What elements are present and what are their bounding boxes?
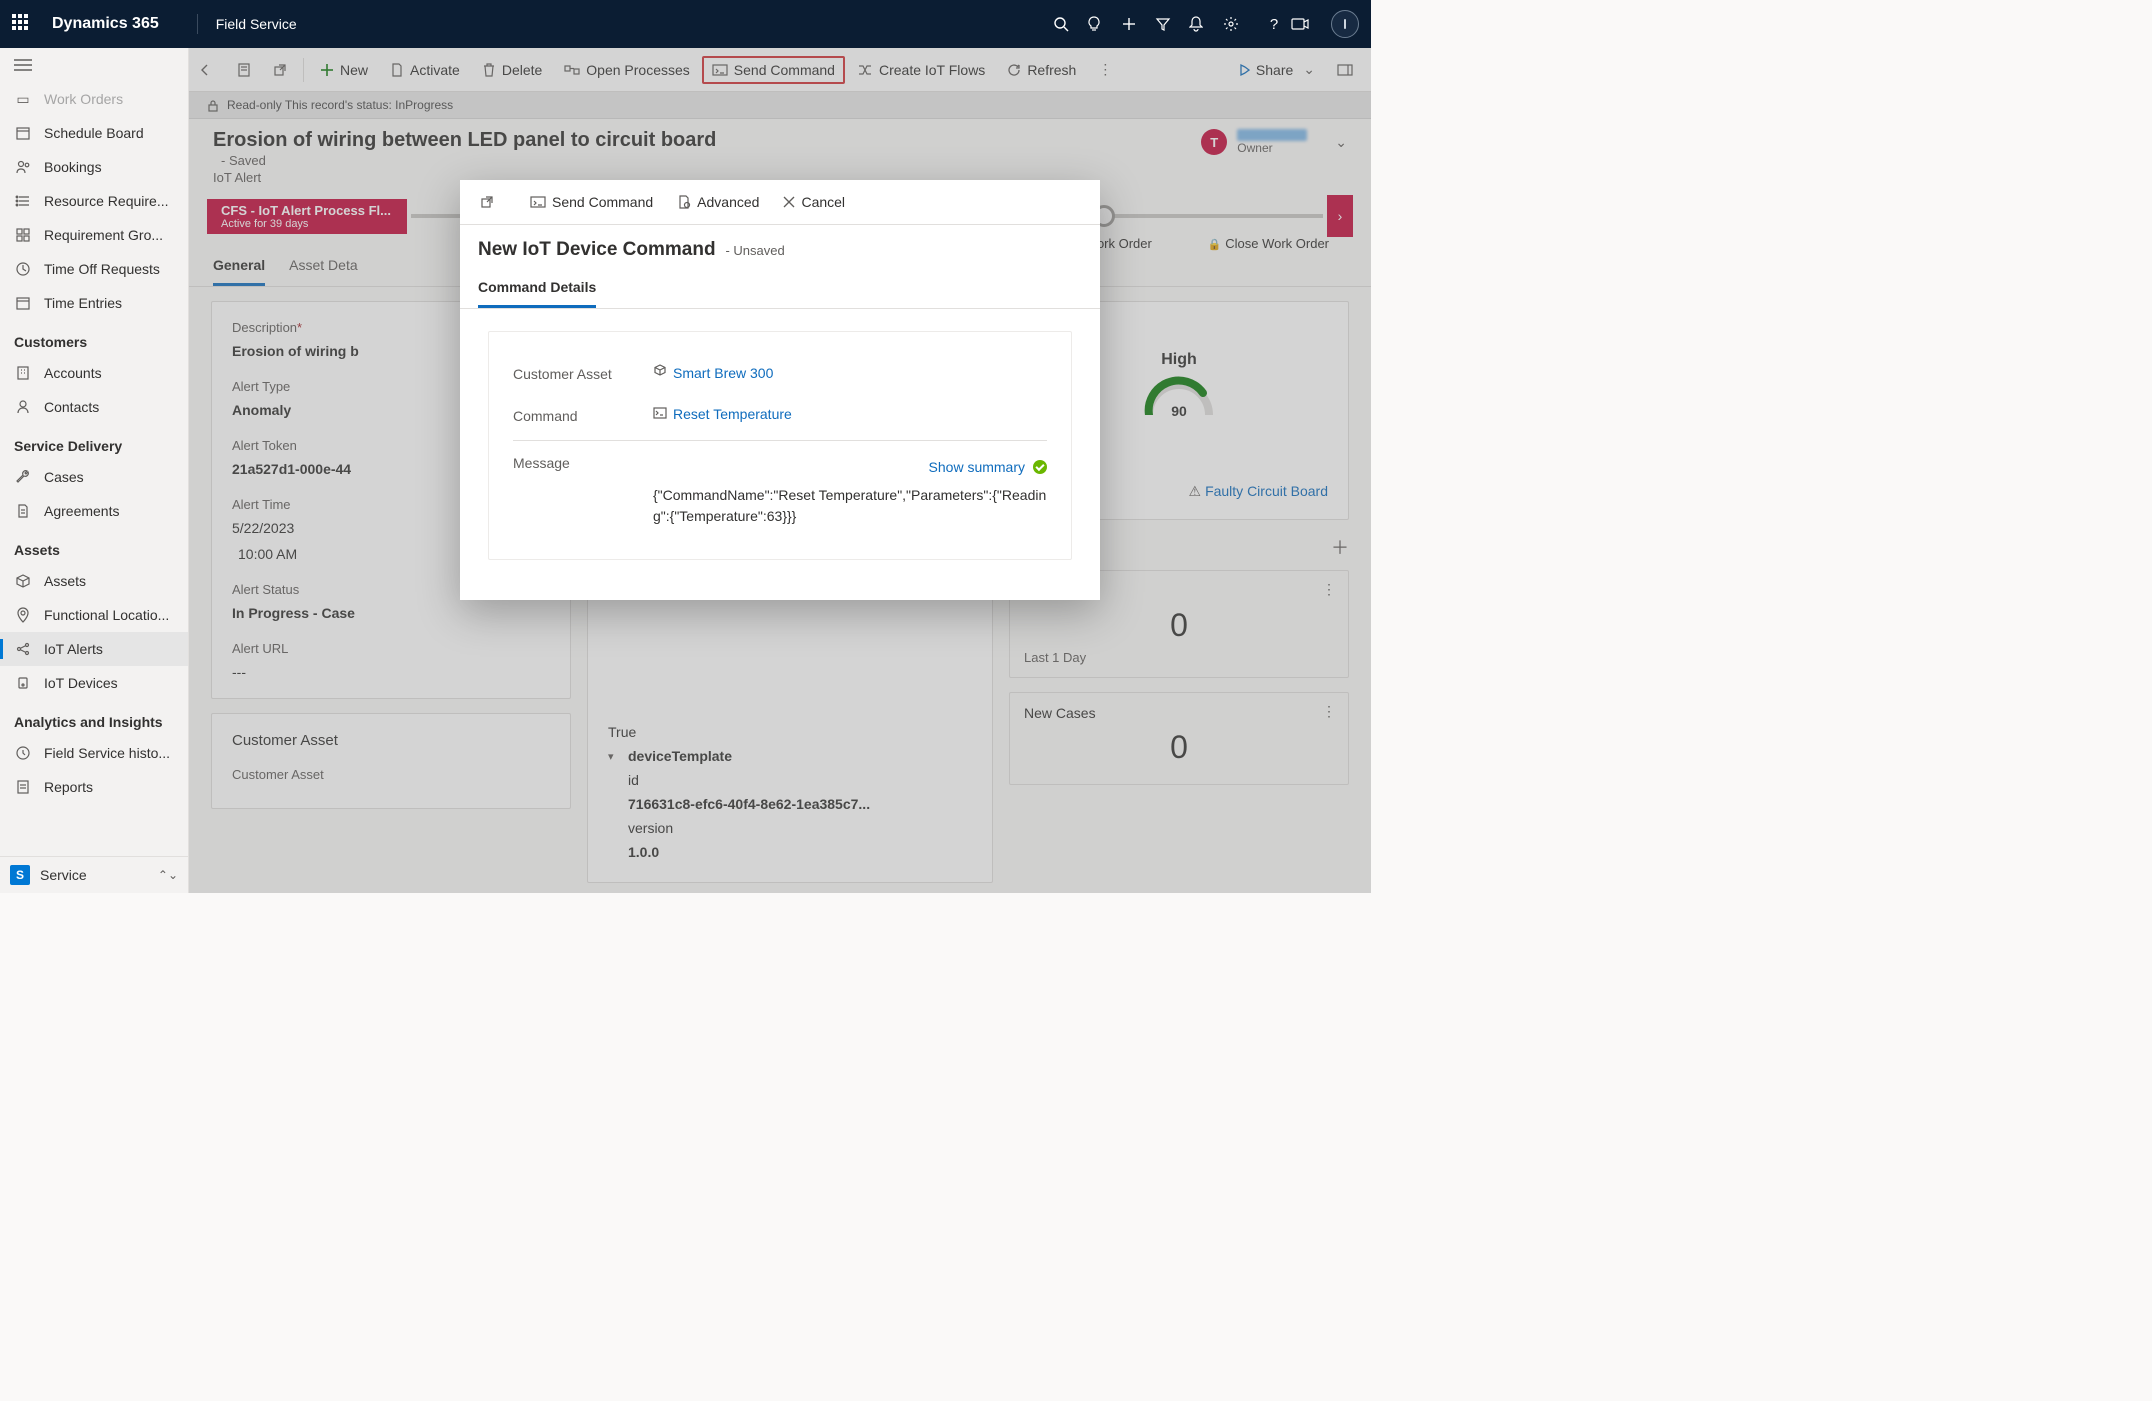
nav-group-analytics: Analytics and Insights	[0, 700, 188, 736]
modal-tab-command-details[interactable]: Command Details	[478, 271, 596, 308]
nav-schedule-board[interactable]: Schedule Board	[0, 116, 188, 150]
nav-assets[interactable]: Assets	[0, 564, 188, 598]
nav-divider	[197, 14, 198, 34]
help-icon[interactable]: ?	[1257, 16, 1291, 33]
nav-requirement-groups[interactable]: Requirement Gro...	[0, 218, 188, 252]
content-area: New Activate Delete Open Processes Send …	[189, 48, 1371, 893]
modal-customer-asset-link[interactable]: Smart Brew 300	[673, 365, 773, 381]
building-icon	[14, 364, 32, 382]
area-label: Service	[40, 867, 87, 883]
modal-save-state: - Unsaved	[725, 243, 784, 258]
nav-item-truncated[interactable]: ▭Work Orders	[0, 82, 188, 116]
report-icon	[14, 778, 32, 796]
app-launcher-icon[interactable]	[12, 14, 32, 34]
bell-icon[interactable]	[1189, 16, 1223, 32]
brand-label: Dynamics 365	[52, 15, 159, 33]
nav-bookings[interactable]: Bookings	[0, 150, 188, 184]
modal-customer-asset-label: Customer Asset	[513, 364, 653, 382]
clock-icon	[14, 260, 32, 278]
add-icon[interactable]	[1121, 16, 1155, 32]
success-icon	[1033, 460, 1047, 474]
calendar-icon	[14, 124, 32, 142]
device-icon	[14, 674, 32, 692]
modal-send-command[interactable]: Send Command	[520, 188, 663, 216]
doc-icon: ▭	[14, 90, 32, 108]
lightbulb-icon[interactable]	[1087, 16, 1121, 32]
command-icon	[653, 406, 667, 422]
message-json[interactable]: {"CommandName":"Reset Temperature","Para…	[653, 485, 1047, 527]
nav-group-customers: Customers	[0, 320, 188, 356]
modal-advanced[interactable]: Advanced	[667, 188, 769, 216]
nav-iot-alerts[interactable]: IoT Alerts	[0, 632, 188, 666]
person-icon	[14, 398, 32, 416]
modal-title: New IoT Device Command	[478, 239, 716, 260]
nav-time-entries[interactable]: Time Entries	[0, 286, 188, 320]
app-name: Field Service	[216, 16, 297, 32]
modal-command-bar: Send Command Advanced Cancel	[460, 180, 1100, 225]
modal-command-link[interactable]: Reset Temperature	[673, 406, 792, 422]
wrench-icon	[14, 468, 32, 486]
modal-cancel[interactable]: Cancel	[773, 188, 855, 216]
pin-icon	[14, 606, 32, 624]
history-icon	[14, 744, 32, 762]
settings-icon[interactable]	[1223, 16, 1257, 32]
teams-icon[interactable]	[1291, 17, 1325, 31]
list-icon	[14, 192, 32, 210]
nav-cases[interactable]: Cases	[0, 460, 188, 494]
filter-icon[interactable]	[1155, 16, 1189, 32]
modal-message-label: Message	[513, 453, 653, 471]
user-avatar[interactable]	[1331, 10, 1359, 38]
modal-popout[interactable]	[470, 189, 504, 215]
nav-fs-history[interactable]: Field Service histo...	[0, 736, 188, 770]
show-summary-link[interactable]: Show summary	[929, 459, 1025, 475]
nav-agreements[interactable]: Agreements	[0, 494, 188, 528]
calendar-icon	[14, 294, 32, 312]
cube-icon	[14, 572, 32, 590]
nav-resource-requirements[interactable]: Resource Require...	[0, 184, 188, 218]
search-icon[interactable]	[1053, 16, 1087, 32]
chevron-updown-icon[interactable]: ⌃⌄	[158, 868, 178, 882]
people-icon	[14, 158, 32, 176]
nav-group-assets: Assets	[0, 528, 188, 564]
area-badge: S	[10, 865, 30, 885]
nav-functional-locations[interactable]: Functional Locatio...	[0, 598, 188, 632]
modal-command-label: Command	[513, 406, 653, 424]
site-nav: ▭Work Orders Schedule Board Bookings Res…	[0, 48, 189, 893]
grid-icon	[14, 226, 32, 244]
nav-group-service: Service Delivery	[0, 424, 188, 460]
nav-contacts[interactable]: Contacts	[0, 390, 188, 424]
send-command-modal: Send Command Advanced Cancel New IoT Dev…	[460, 180, 1100, 600]
iot-icon	[14, 640, 32, 658]
cube-icon	[653, 365, 667, 381]
nav-time-off[interactable]: Time Off Requests	[0, 252, 188, 286]
area-switcher[interactable]: S Service ⌃⌄	[0, 856, 188, 893]
nav-iot-devices[interactable]: IoT Devices	[0, 666, 188, 700]
doc-icon	[14, 502, 32, 520]
modal-overlay: Send Command Advanced Cancel New IoT Dev…	[189, 48, 1371, 893]
global-nav: Dynamics 365 Field Service ?	[0, 0, 1371, 48]
nav-reports[interactable]: Reports	[0, 770, 188, 804]
collapse-nav-icon[interactable]	[0, 48, 188, 82]
nav-accounts[interactable]: Accounts	[0, 356, 188, 390]
